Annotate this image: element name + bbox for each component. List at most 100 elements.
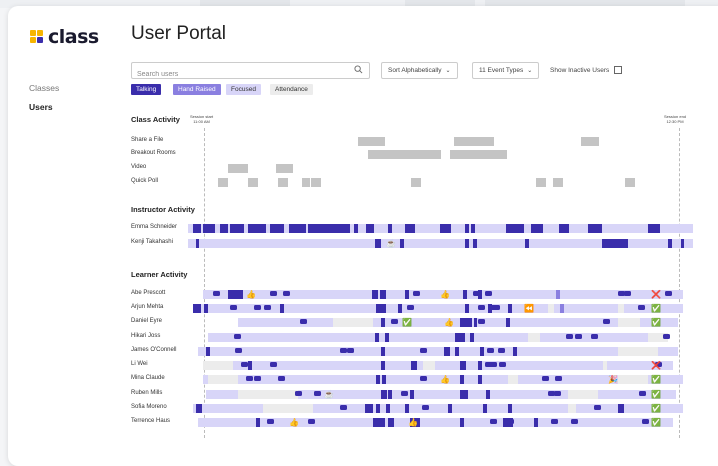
activity-segment: [289, 224, 306, 233]
learner-row-label: Li Wei: [131, 361, 148, 367]
activity-segment: [381, 361, 385, 370]
speech-bubble-icon: [347, 348, 354, 353]
speech-bubble-icon: [234, 334, 241, 339]
logo-text: class: [48, 26, 99, 48]
activity-segment: [508, 375, 518, 384]
speech-bubble-icon: [413, 291, 420, 296]
activity-segment: [386, 404, 390, 413]
activity-segment: [198, 347, 678, 356]
user-portal-card: class User Portal Classes Users Sort Alp…: [8, 6, 718, 466]
activity-segment: [560, 304, 564, 313]
check-icon: ✅: [651, 390, 661, 399]
thumbs-up-icon: 👍: [444, 318, 454, 327]
class-event-block: [581, 137, 599, 146]
activity-segment: [460, 418, 464, 427]
speech-bubble-icon: [267, 419, 274, 424]
speech-bubble-icon: [624, 291, 631, 296]
legend-chip-talking[interactable]: Talking: [131, 84, 162, 95]
activity-segment: [381, 390, 387, 399]
speech-bubble-icon: [490, 362, 497, 367]
learner-row-label: Ruben Mills: [131, 390, 163, 396]
session-start-label: Session start 11:00 AM: [190, 114, 213, 124]
instructor-row-label: Emma Schneider: [131, 224, 178, 230]
speech-bubble-icon: [555, 376, 562, 381]
class-event-block: [553, 178, 563, 187]
activity-segment: [681, 239, 684, 248]
activity-segment: [508, 404, 512, 413]
activity-segment: [382, 375, 386, 384]
activity-segment: [204, 304, 208, 313]
speech-bubble-icon: [639, 391, 646, 396]
speech-bubble-icon: [300, 319, 307, 324]
search-input[interactable]: [137, 71, 337, 78]
session-end-time: 12:30 PM: [666, 119, 684, 124]
class-event-block: [454, 137, 494, 146]
activity-segment: [602, 239, 628, 248]
legend-chip-attendance[interactable]: Attendance: [270, 84, 313, 95]
cross-icon: ❌: [651, 361, 661, 370]
speech-bubble-icon: [566, 334, 573, 339]
activity-segment: [548, 304, 554, 313]
activity-segment: [448, 404, 452, 413]
speech-bubble-icon: [391, 319, 398, 324]
speech-bubble-icon: [407, 305, 414, 310]
class-event-block: [536, 178, 546, 187]
activity-segment: [405, 224, 415, 233]
activity-segment: [263, 404, 313, 413]
activity-segment: [618, 304, 624, 313]
cross-icon: ❌: [651, 290, 661, 299]
activity-segment: [474, 318, 477, 327]
activity-segment: [508, 304, 512, 313]
sort-dropdown[interactable]: Sort Alphabetically ⌄: [381, 62, 458, 79]
activity-segment: [486, 390, 490, 399]
speech-bubble-icon: [551, 419, 558, 424]
sidebar-item-users[interactable]: Users: [29, 102, 59, 112]
activity-segment: [465, 304, 469, 313]
checkbox-icon[interactable]: [614, 66, 623, 74]
speech-bubble-icon: [575, 334, 582, 339]
activity-segment: [366, 224, 374, 233]
learner-row-label: Sofia Moreno: [131, 404, 167, 410]
activity-segment: [648, 224, 660, 233]
speech-bubble-icon: [498, 348, 505, 353]
activity-segment: [365, 404, 373, 413]
learner-row-label: Hikari Joss: [131, 333, 161, 339]
class-row-label: Breakout Rooms: [131, 150, 176, 156]
speech-bubble-icon: [594, 405, 601, 410]
event-types-dropdown[interactable]: 11 Event Types ⌄: [472, 62, 540, 79]
logo[interactable]: class: [30, 26, 99, 48]
activity-segment: [525, 239, 529, 248]
activity-segment: [375, 239, 381, 248]
class-event-block: [358, 137, 385, 146]
activity-segment: [388, 418, 394, 427]
speech-bubble-icon: [401, 391, 408, 396]
legend-chip-focused[interactable]: Focused: [226, 84, 261, 95]
speech-bubble-icon: [270, 362, 277, 367]
sidebar-item-classes[interactable]: Classes: [29, 83, 59, 93]
activity-segment: [388, 390, 392, 399]
activity-segment: [248, 361, 252, 370]
activity-segment: [473, 239, 477, 248]
party-icon: 🎉: [608, 375, 618, 384]
activity-segment: [513, 347, 517, 356]
activity-segment: [208, 375, 238, 384]
learner-row-label: Arjun Mehta: [131, 304, 164, 310]
session-start-time: 11:00 AM: [193, 119, 210, 124]
activity-segment: [568, 404, 576, 413]
activity-segment: [372, 290, 378, 299]
instructor-row-label: Kenji Takahashi: [131, 239, 173, 245]
activity-segment: [398, 304, 402, 313]
activity-segment: [238, 390, 298, 399]
speech-bubble-icon: [235, 348, 242, 353]
speech-bubble-icon: [478, 305, 485, 310]
speech-bubble-icon: [478, 319, 485, 324]
show-inactive-toggle[interactable]: Show Inactive Users: [550, 66, 623, 74]
speech-bubble-icon: [241, 362, 248, 367]
speech-bubble-icon: [230, 305, 237, 310]
legend-chip-hand-raised[interactable]: Hand Raised: [173, 84, 221, 95]
search-icon[interactable]: [354, 65, 363, 74]
event-types-label: 11 Event Types: [479, 67, 524, 74]
speech-bubble-icon: [340, 348, 347, 353]
speech-bubble-icon: [264, 305, 271, 310]
speech-bubble-icon: [420, 376, 427, 381]
